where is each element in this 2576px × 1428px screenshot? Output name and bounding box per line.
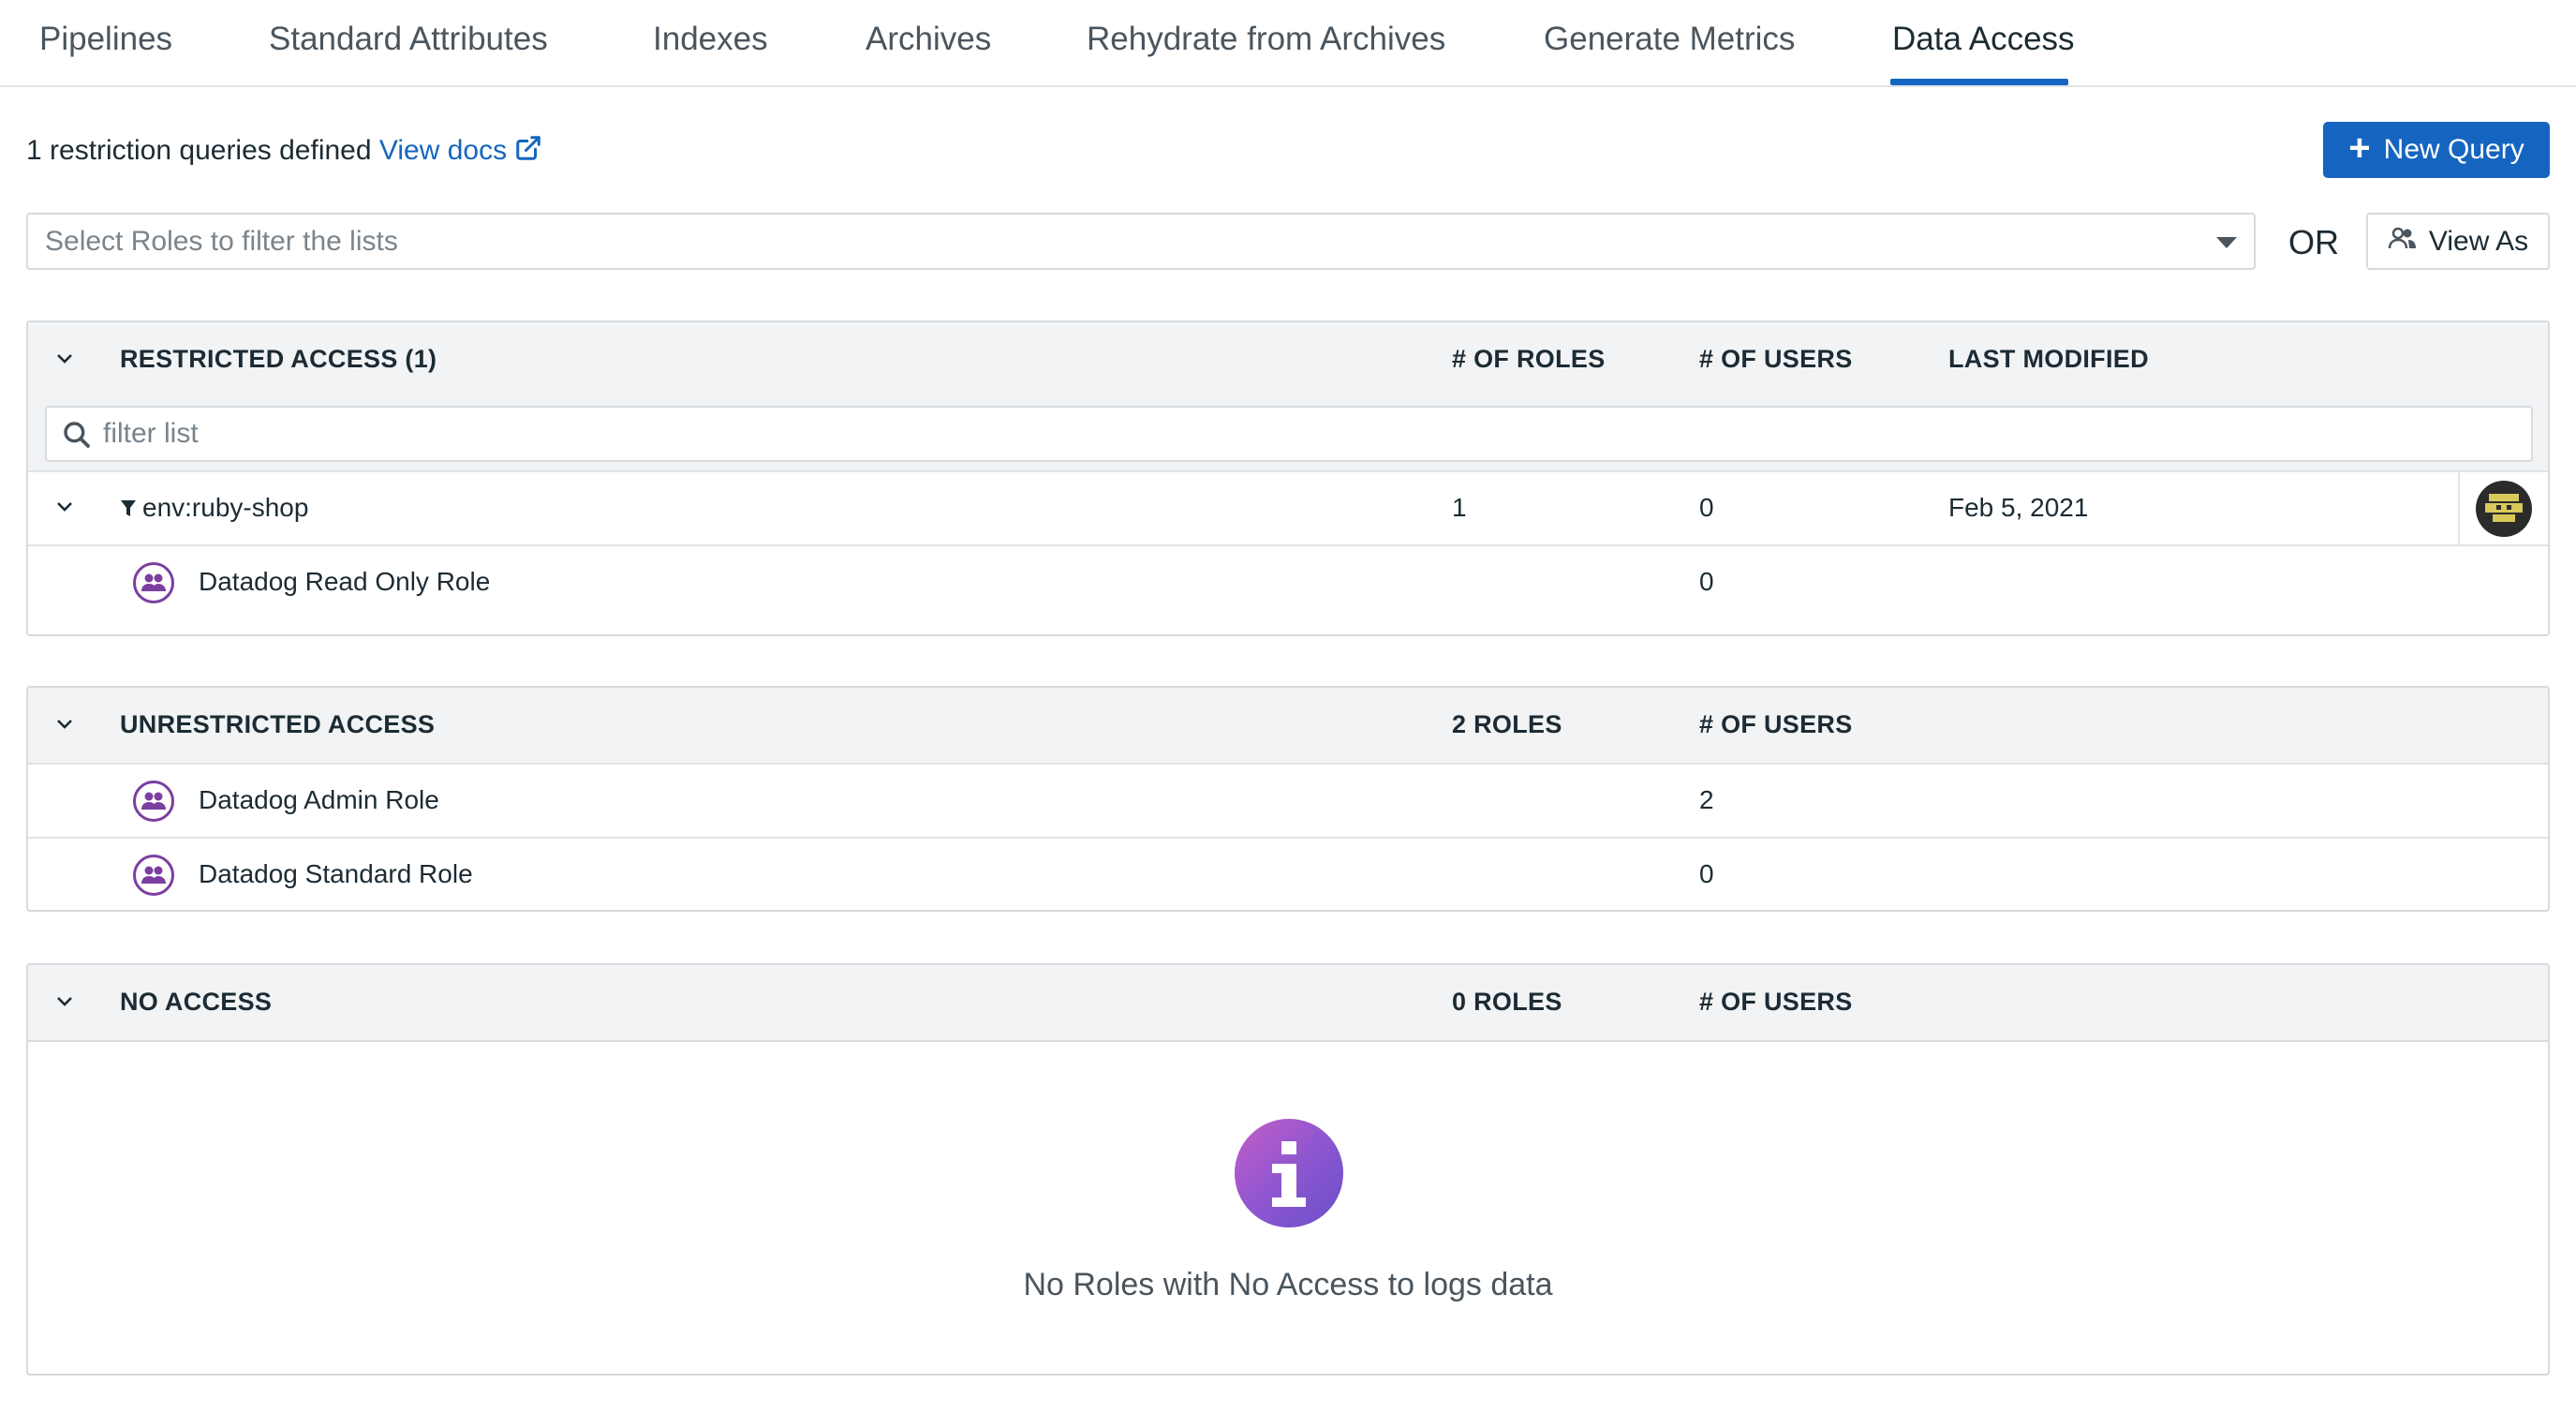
role-icon [133,781,174,822]
role-users-count: 0 [1699,859,1714,888]
view-as-button[interactable]: View As [2366,213,2550,270]
view-as-label: View As [2428,225,2529,257]
unrestricted-access-panel: UNRESTRICTED ACCESS 2 ROLES # OF USERS D… [26,686,2550,912]
role-users-count: 0 [1699,567,1714,596]
query-roles-count: 1 [1452,493,1467,522]
role-row[interactable]: Datadog Standard Role 0 [28,837,2548,910]
role-name: Datadog Admin Role [199,785,439,814]
tab-bar: Pipelines Standard Attributes Indexes Ar… [0,0,2576,87]
role-name: Datadog Read Only Role [199,567,491,596]
tab-rehydrate-from-archives[interactable]: Rehydrate from Archives [1087,21,1445,58]
filter-icon [121,500,136,516]
info-icon [1235,1119,1343,1227]
tab-pipelines[interactable]: Pipelines [39,21,172,58]
summary-text: 1 restriction queries defined [26,135,372,166]
filter-list-placeholder: filter list [103,418,199,449]
unrestricted-roles-count: 2 ROLES [1452,710,1562,738]
col-roles-header: # OF ROLES [1452,345,1606,373]
avatar[interactable] [2476,480,2532,537]
query-users-count: 0 [1699,493,1714,522]
users-icon [2388,226,2418,258]
role-users-count: 2 [1699,785,1714,814]
restriction-summary: 1 restriction queries defined View docs [26,134,542,170]
plus-icon: + [2348,127,2371,169]
no-access-roles-count: 0 ROLES [1452,988,1562,1016]
chevron-down-icon[interactable] [56,350,73,367]
filter-list-input[interactable]: filter list [45,406,2533,462]
or-label: OR [2288,223,2339,261]
external-link-icon [514,134,542,170]
role-filter-select[interactable]: Select Roles to filter the lists [26,213,2256,270]
no-access-title: NO ACCESS [120,988,273,1016]
role-icon [133,562,174,603]
query-name-text: env:ruby-shop [142,493,309,522]
unrestricted-access-header: UNRESTRICTED ACCESS 2 ROLES # OF USERS [28,688,2548,763]
filter-list-wrap: filter list [28,397,2548,470]
caret-down-icon [2216,237,2237,248]
role-name: Datadog Standard Role [199,859,473,888]
role-icon [133,855,174,896]
tab-indexes[interactable]: Indexes [653,21,768,58]
tab-generate-metrics[interactable]: Generate Metrics [1544,21,1795,58]
restricted-access-panel: RESTRICTED ACCESS (1) # OF ROLES # OF US… [26,320,2550,636]
new-query-label: New Query [2383,134,2524,165]
active-tab-indicator [1890,79,2068,85]
view-docs-link[interactable]: View docs [379,135,542,166]
avatar-cell [2458,472,2548,544]
col-users-header: # OF USERS [1699,988,1853,1016]
query-filter-name: env:ruby-shop [120,493,308,523]
tab-standard-attributes[interactable]: Standard Attributes [269,21,548,58]
tab-archives[interactable]: Archives [866,21,991,58]
role-row[interactable]: Datadog Admin Role 2 [28,763,2548,837]
chevron-down-icon[interactable] [56,716,73,733]
new-query-button[interactable]: + New Query [2323,122,2550,178]
no-access-header: NO ACCESS 0 ROLES # OF USERS [28,965,2548,1040]
no-access-panel: NO ACCESS 0 ROLES # OF USERS No Roles wi… [26,963,2550,1376]
col-users-header: # OF USERS [1699,345,1853,373]
empty-state-message: No Roles with No Access to logs data [1023,1267,1553,1302]
role-row[interactable]: Datadog Read Only Role 0 [28,544,2548,618]
unrestricted-access-title: UNRESTRICTED ACCESS [120,710,436,738]
restriction-query-row[interactable]: env:ruby-shop 1 0 Feb 5, 2021 [28,470,2548,544]
col-users-header: # OF USERS [1699,710,1853,738]
view-docs-label: View docs [378,135,508,166]
chevron-down-icon[interactable] [56,498,73,515]
chevron-down-icon[interactable] [56,993,73,1010]
search-icon [62,420,92,457]
restricted-access-header: RESTRICTED ACCESS (1) # OF ROLES # OF US… [28,322,2548,397]
tab-data-access[interactable]: Data Access [1892,21,2075,58]
empty-state: No Roles with No Access to logs data [28,1040,2548,1374]
col-last-modified-header: LAST MODIFIED [1948,345,2149,373]
restricted-access-title: RESTRICTED ACCESS (1) [120,345,437,373]
role-filter-placeholder: Select Roles to filter the lists [45,225,398,257]
query-last-modified: Feb 5, 2021 [1948,493,2089,522]
